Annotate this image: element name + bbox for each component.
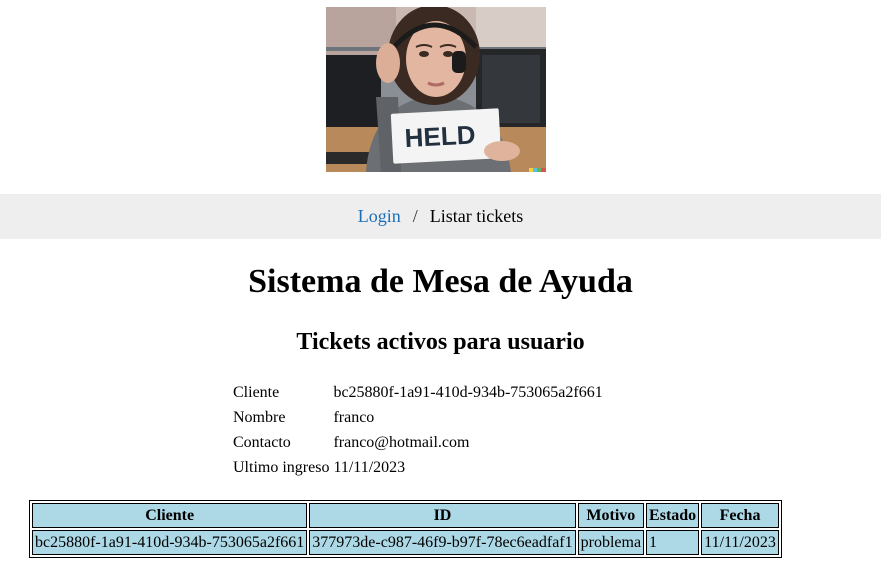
user-info-row: Nombre franco [231, 405, 605, 430]
sign-text: HELD [404, 119, 476, 153]
login-link[interactable]: Login [358, 206, 401, 227]
tickets-header-row: Cliente ID Motivo Estado Fecha [32, 503, 779, 528]
user-info-label: Cliente [233, 384, 280, 401]
user-info-value: 11/11/2023 [333, 459, 406, 476]
column-header-fecha: Fecha [701, 503, 779, 528]
cell-cliente: bc25880f-1a91-410d-934b-753065a2f661 [32, 530, 308, 555]
column-header-id: ID [309, 503, 576, 528]
column-header-cliente: Cliente [32, 503, 308, 528]
column-header-motivo: Motivo [577, 503, 645, 528]
user-info-value: bc25880f-1a91-410d-934b-753065a2f661 [333, 384, 603, 401]
page-subtitle: Tickets activos para usuario [296, 329, 585, 355]
table-row: bc25880f-1a91-410d-934b-753065a2f661 377… [32, 530, 779, 555]
user-info-label: Contacto [233, 434, 291, 451]
user-info-value: franco [333, 409, 375, 426]
cell-fecha: 11/11/2023 [701, 530, 779, 555]
cell-id: 377973de-c987-46f9-b97f-78ec6eadfaf1 [309, 530, 576, 555]
user-info-value: franco@hotmail.com [333, 434, 470, 451]
cell-estado: 1 [646, 530, 700, 555]
user-info-table: Cliente bc25880f-1a91-410d-934b-753065a2… [231, 380, 605, 480]
breadcrumb: Login / Listar tickets [0, 194, 881, 239]
page-title: Sistema de Mesa de Ayuda [248, 263, 633, 300]
user-info-row: Ultimo ingreso 11/11/2023 [231, 455, 605, 480]
breadcrumb-current: Listar tickets [429, 206, 524, 226]
user-info-row: Contacto franco@hotmail.com [231, 430, 605, 455]
helpdesk-hero-image: HELD [326, 7, 546, 172]
cell-motivo: problema [577, 530, 645, 555]
user-info-row: Cliente bc25880f-1a91-410d-934b-753065a2… [231, 380, 605, 405]
tickets-table: Cliente ID Motivo Estado Fecha bc25880f-… [29, 500, 782, 558]
user-info-label: Nombre [233, 409, 286, 426]
breadcrumb-separator: / [412, 206, 418, 226]
user-info-label: Ultimo ingreso [233, 459, 330, 476]
column-header-estado: Estado [646, 503, 700, 528]
